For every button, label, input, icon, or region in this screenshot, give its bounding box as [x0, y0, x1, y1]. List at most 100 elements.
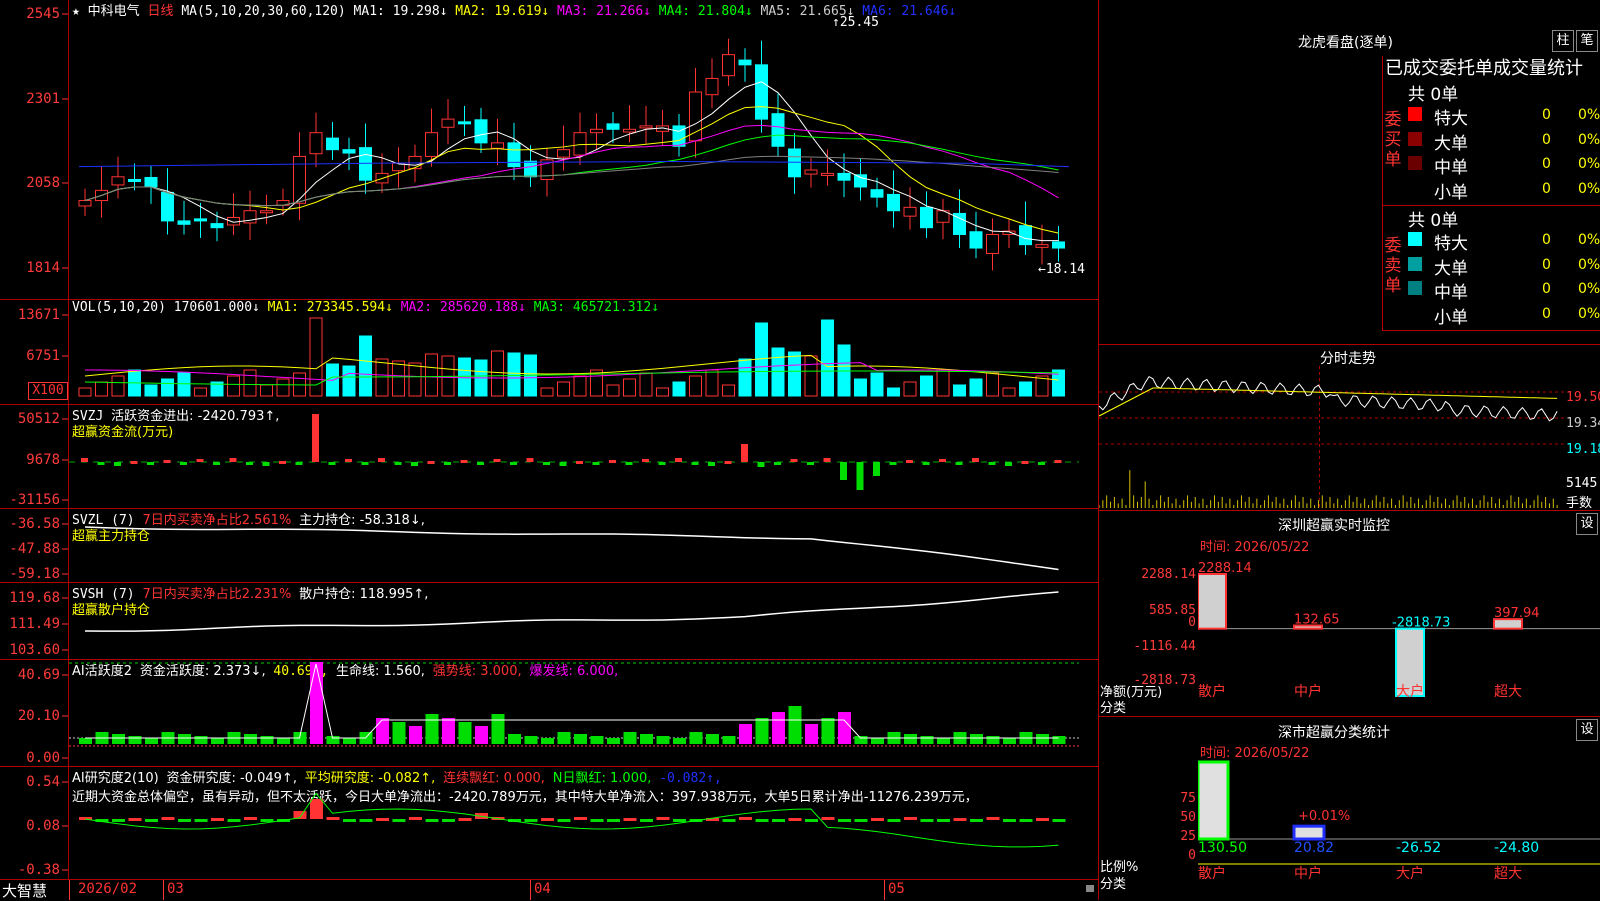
research-bar [1019, 819, 1033, 822]
activity-bar [458, 722, 472, 744]
candlestick-chart[interactable] [69, 16, 1098, 296]
candle-body [573, 132, 587, 156]
candle [111, 156, 125, 199]
flow-bar [939, 459, 946, 462]
flow-bar [81, 458, 88, 462]
order-type: 大单 [1434, 258, 1468, 279]
flow-bar [526, 458, 534, 462]
activity-bar [722, 736, 736, 744]
volume-bar [1019, 381, 1032, 397]
candle-body [771, 113, 785, 147]
volume-bar [392, 360, 405, 397]
flow-bar [807, 462, 814, 465]
classify-bar [1198, 760, 1230, 841]
monitor-settings-button[interactable]: 设 [1576, 513, 1598, 535]
activity-bar [1003, 738, 1016, 744]
classify-settings-button[interactable]: 设 [1576, 719, 1598, 741]
order-percent: 0% [1578, 256, 1600, 273]
activity-bar [79, 738, 92, 744]
bar-view-button[interactable]: 柱 [1552, 30, 1574, 52]
main-force-position-chart [84, 526, 1059, 571]
volume-bar [837, 344, 851, 397]
volume-bar [507, 352, 521, 397]
intraday-vol-label: 5145 [1566, 476, 1598, 491]
volume-bar [854, 378, 867, 397]
order-swatch [1408, 107, 1422, 121]
classify-bar [1292, 824, 1326, 841]
research-bar [425, 819, 439, 822]
candle [821, 149, 834, 186]
volume-bar [920, 375, 933, 397]
volume-bar [95, 381, 108, 397]
activity-bar [607, 738, 620, 744]
candle [920, 191, 933, 238]
volume-bar [738, 358, 752, 397]
activity-bar [640, 734, 653, 744]
flow-bar [378, 458, 385, 462]
candle [672, 114, 686, 157]
tick-view-button[interactable]: 笔 [1576, 30, 1598, 52]
intraday-chart[interactable] [1099, 366, 1565, 510]
research-bar [260, 819, 274, 822]
order-count: 0 [1542, 131, 1551, 148]
activity-bar [854, 736, 868, 744]
volume-bar [194, 387, 207, 397]
research-bar [920, 819, 934, 822]
candle [392, 147, 405, 188]
candle-body [144, 176, 158, 188]
research-bar [1052, 819, 1066, 822]
activity-bar [937, 738, 950, 744]
activity-bar [392, 722, 406, 744]
flow-bar [147, 462, 154, 465]
order-swatch [1408, 256, 1422, 271]
candle-body [903, 206, 917, 217]
research-bar [970, 819, 983, 822]
monitor-category: 散户 [1198, 683, 1226, 700]
order-swatch [1408, 131, 1422, 146]
order-percent: 0% [1578, 156, 1600, 172]
candle-body [1052, 241, 1065, 249]
flow-bar [625, 462, 633, 465]
flow-bar [361, 462, 369, 465]
candle [243, 190, 257, 240]
activity-bar [788, 706, 802, 744]
order-type: 大单 [1434, 133, 1468, 154]
flow-bar [1054, 460, 1062, 463]
order-type: 小单 [1434, 182, 1468, 203]
candle-body [1035, 244, 1049, 248]
volume-bar [887, 387, 900, 397]
monitor-tick-2: 0 [1188, 615, 1196, 630]
research-bar [458, 818, 472, 821]
research-bar [524, 819, 538, 822]
lock-icon[interactable] [1086, 885, 1094, 892]
flow-bar [130, 461, 138, 464]
candle [177, 200, 191, 235]
research-bar [442, 819, 455, 822]
monitor-category: 大户 [1396, 683, 1424, 700]
volume-bar [936, 369, 950, 397]
research-bar [178, 819, 191, 822]
volume-bar [870, 372, 884, 397]
volume-bar [656, 387, 669, 397]
intraday-tick-1: 19.34 [1566, 416, 1600, 431]
candle-body [326, 137, 339, 151]
order-row: 小单 0 0% [1408, 303, 1600, 328]
activity-bar [112, 734, 125, 744]
candle-body [887, 193, 900, 212]
activity-bar [475, 726, 488, 744]
activity-bar [425, 714, 439, 744]
candle [260, 194, 273, 225]
vol-unit-button[interactable]: X100 [28, 382, 68, 400]
monitor-bar-fill [1198, 573, 1227, 630]
flow-bar [394, 462, 402, 465]
research-bar [805, 819, 818, 822]
order-percent: 0% [1578, 180, 1600, 197]
flow-bar [114, 462, 121, 466]
order-type: 特大 [1434, 109, 1468, 129]
activity-bar [821, 718, 835, 744]
flow-bar [708, 462, 715, 466]
activity-bar [920, 736, 934, 744]
volume-bar [111, 375, 125, 397]
candle-body [788, 148, 801, 178]
volume-bar [78, 387, 92, 397]
